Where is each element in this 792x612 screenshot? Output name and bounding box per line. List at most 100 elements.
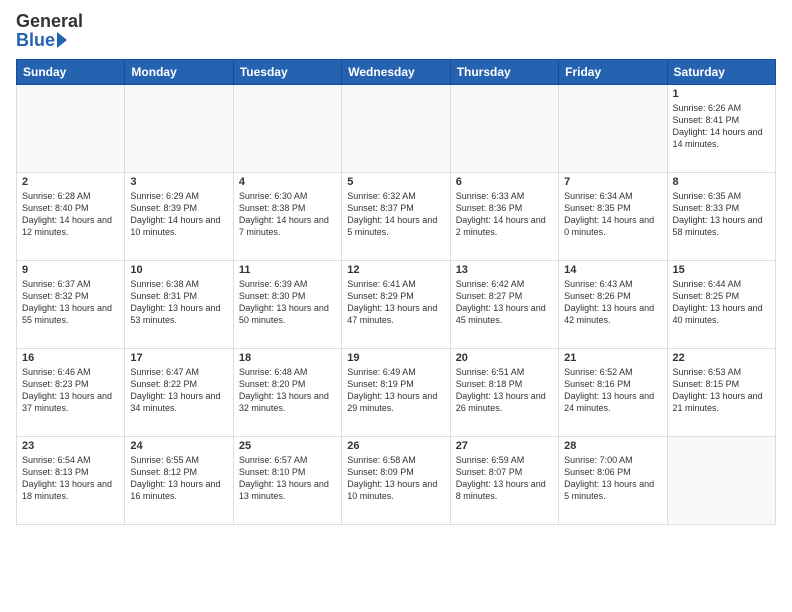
day-info: Sunrise: 6:58 AM Sunset: 8:09 PM Dayligh… xyxy=(347,454,444,503)
day-info: Sunrise: 6:42 AM Sunset: 8:27 PM Dayligh… xyxy=(456,278,553,327)
day-number: 15 xyxy=(673,264,770,276)
day-cell xyxy=(233,85,341,173)
day-number: 3 xyxy=(130,176,227,188)
day-cell: 7 Sunrise: 6:34 AM Sunset: 8:35 PM Daylig… xyxy=(559,173,667,261)
day-number: 4 xyxy=(239,176,336,188)
day-number: 20 xyxy=(456,352,553,364)
week-row-5: 23Sunrise: 6:54 AM Sunset: 8:13 PM Dayli… xyxy=(17,437,776,525)
weekday-header-tuesday: Tuesday xyxy=(233,60,341,85)
day-number: 26 xyxy=(347,440,444,452)
day-number: 23 xyxy=(22,440,119,452)
day-cell: 2Sunrise: 6:28 AM Sunset: 8:40 PM Daylig… xyxy=(17,173,125,261)
day-cell: 12 Sunrise: 6:41 AM Sunset: 8:29 PM Dayli… xyxy=(342,261,450,349)
day-cell: 10 Sunrise: 6:38 AM Sunset: 8:31 PM Dayli… xyxy=(125,261,233,349)
logo-arrow-icon xyxy=(57,32,67,48)
day-info: Sunrise: 6:51 AM Sunset: 8:18 PM Dayligh… xyxy=(456,366,553,415)
day-info: Sunrise: 6:53 AM Sunset: 8:15 PM Dayligh… xyxy=(673,366,770,415)
week-row-2: 2Sunrise: 6:28 AM Sunset: 8:40 PM Daylig… xyxy=(17,173,776,261)
day-cell xyxy=(450,85,558,173)
day-cell xyxy=(125,85,233,173)
day-number: 25 xyxy=(239,440,336,452)
day-info: Sunrise: 6:35 AM Sunset: 8:33 PM Dayligh… xyxy=(673,190,770,239)
weekday-header-wednesday: Wednesday xyxy=(342,60,450,85)
day-cell: 6 Sunrise: 6:33 AM Sunset: 8:36 PM Daylig… xyxy=(450,173,558,261)
day-info: Sunrise: 6:34 AM Sunset: 8:35 PM Dayligh… xyxy=(564,190,661,239)
day-info: Sunrise: 6:29 AM Sunset: 8:39 PM Dayligh… xyxy=(130,190,227,239)
weekday-header-row: SundayMondayTuesdayWednesdayThursdayFrid… xyxy=(17,60,776,85)
day-number: 27 xyxy=(456,440,553,452)
day-cell: 27 Sunrise: 6:59 AM Sunset: 8:07 PM Dayli… xyxy=(450,437,558,525)
day-cell: 11 Sunrise: 6:39 AM Sunset: 8:30 PM Dayli… xyxy=(233,261,341,349)
day-cell: 9Sunrise: 6:37 AM Sunset: 8:32 PM Daylig… xyxy=(17,261,125,349)
day-cell: 4 Sunrise: 6:30 AM Sunset: 8:38 PM Daylig… xyxy=(233,173,341,261)
day-cell: 26 Sunrise: 6:58 AM Sunset: 8:09 PM Dayli… xyxy=(342,437,450,525)
day-number: 12 xyxy=(347,264,444,276)
day-number: 18 xyxy=(239,352,336,364)
day-cell: 19 Sunrise: 6:49 AM Sunset: 8:19 PM Dayli… xyxy=(342,349,450,437)
day-info: Sunrise: 6:46 AM Sunset: 8:23 PM Dayligh… xyxy=(22,366,119,415)
day-number: 11 xyxy=(239,264,336,276)
day-number: 10 xyxy=(130,264,227,276)
day-cell xyxy=(17,85,125,173)
page: General Blue SundayMondayTuesdayWednesda… xyxy=(0,0,792,533)
day-number: 16 xyxy=(22,352,119,364)
day-cell: 13 Sunrise: 6:42 AM Sunset: 8:27 PM Dayli… xyxy=(450,261,558,349)
day-number: 5 xyxy=(347,176,444,188)
day-number: 8 xyxy=(673,176,770,188)
week-row-3: 9Sunrise: 6:37 AM Sunset: 8:32 PM Daylig… xyxy=(17,261,776,349)
weekday-header-thursday: Thursday xyxy=(450,60,558,85)
day-number: 19 xyxy=(347,352,444,364)
day-cell xyxy=(667,437,775,525)
day-info: Sunrise: 6:48 AM Sunset: 8:20 PM Dayligh… xyxy=(239,366,336,415)
logo-general: General xyxy=(16,11,83,31)
day-number: 7 xyxy=(564,176,661,188)
day-number: 13 xyxy=(456,264,553,276)
day-info: Sunrise: 6:33 AM Sunset: 8:36 PM Dayligh… xyxy=(456,190,553,239)
day-cell: 15 Sunrise: 6:44 AM Sunset: 8:25 PM Dayli… xyxy=(667,261,775,349)
day-info: Sunrise: 6:49 AM Sunset: 8:19 PM Dayligh… xyxy=(347,366,444,415)
day-cell: 3 Sunrise: 6:29 AM Sunset: 8:39 PM Daylig… xyxy=(125,173,233,261)
day-cell: 20 Sunrise: 6:51 AM Sunset: 8:18 PM Dayli… xyxy=(450,349,558,437)
day-cell: 16 Sunrise: 6:46 AM Sunset: 8:23 PM Dayli… xyxy=(17,349,125,437)
calendar-table: SundayMondayTuesdayWednesdayThursdayFrid… xyxy=(16,59,776,525)
day-number: 9 xyxy=(22,264,119,276)
day-info: Sunrise: 6:55 AM Sunset: 8:12 PM Dayligh… xyxy=(130,454,227,503)
day-number: 28 xyxy=(564,440,661,452)
day-info: Sunrise: 6:57 AM Sunset: 8:10 PM Dayligh… xyxy=(239,454,336,503)
day-info: Sunrise: 6:52 AM Sunset: 8:16 PM Dayligh… xyxy=(564,366,661,415)
day-number: 17 xyxy=(130,352,227,364)
day-number: 6 xyxy=(456,176,553,188)
day-cell: 8 Sunrise: 6:35 AM Sunset: 8:33 PM Daylig… xyxy=(667,173,775,261)
day-info: Sunrise: 6:30 AM Sunset: 8:38 PM Dayligh… xyxy=(239,190,336,239)
logo-blue: Blue xyxy=(16,30,55,51)
day-cell: 21 Sunrise: 6:52 AM Sunset: 8:16 PM Dayli… xyxy=(559,349,667,437)
week-row-4: 16 Sunrise: 6:46 AM Sunset: 8:23 PM Dayli… xyxy=(17,349,776,437)
day-info: Sunrise: 6:32 AM Sunset: 8:37 PM Dayligh… xyxy=(347,190,444,239)
weekday-header-friday: Friday xyxy=(559,60,667,85)
weekday-header-sunday: Sunday xyxy=(17,60,125,85)
day-cell: 18 Sunrise: 6:48 AM Sunset: 8:20 PM Dayli… xyxy=(233,349,341,437)
day-info: Sunrise: 6:26 AM Sunset: 8:41 PM Dayligh… xyxy=(673,102,770,151)
day-info: Sunrise: 6:39 AM Sunset: 8:30 PM Dayligh… xyxy=(239,278,336,327)
day-cell xyxy=(559,85,667,173)
day-info: Sunrise: 6:28 AM Sunset: 8:40 PM Dayligh… xyxy=(22,190,119,239)
logo: General Blue xyxy=(16,12,83,51)
day-info: Sunrise: 7:00 AM Sunset: 8:06 PM Dayligh… xyxy=(564,454,661,503)
day-cell: 17Sunrise: 6:47 AM Sunset: 8:22 PM Dayli… xyxy=(125,349,233,437)
day-info: Sunrise: 6:38 AM Sunset: 8:31 PM Dayligh… xyxy=(130,278,227,327)
day-info: Sunrise: 6:44 AM Sunset: 8:25 PM Dayligh… xyxy=(673,278,770,327)
weekday-header-saturday: Saturday xyxy=(667,60,775,85)
day-cell: 25 Sunrise: 6:57 AM Sunset: 8:10 PM Dayli… xyxy=(233,437,341,525)
weekday-header-monday: Monday xyxy=(125,60,233,85)
day-number: 21 xyxy=(564,352,661,364)
day-number: 1 xyxy=(673,88,770,100)
day-info: Sunrise: 6:43 AM Sunset: 8:26 PM Dayligh… xyxy=(564,278,661,327)
day-cell: 24 Sunrise: 6:55 AM Sunset: 8:12 PM Dayli… xyxy=(125,437,233,525)
day-cell: 5 Sunrise: 6:32 AM Sunset: 8:37 PM Daylig… xyxy=(342,173,450,261)
header: General Blue xyxy=(16,12,776,51)
day-info: Sunrise: 6:41 AM Sunset: 8:29 PM Dayligh… xyxy=(347,278,444,327)
day-info: Sunrise: 6:59 AM Sunset: 8:07 PM Dayligh… xyxy=(456,454,553,503)
day-cell: 14Sunrise: 6:43 AM Sunset: 8:26 PM Dayli… xyxy=(559,261,667,349)
day-cell: 23Sunrise: 6:54 AM Sunset: 8:13 PM Dayli… xyxy=(17,437,125,525)
day-number: 24 xyxy=(130,440,227,452)
